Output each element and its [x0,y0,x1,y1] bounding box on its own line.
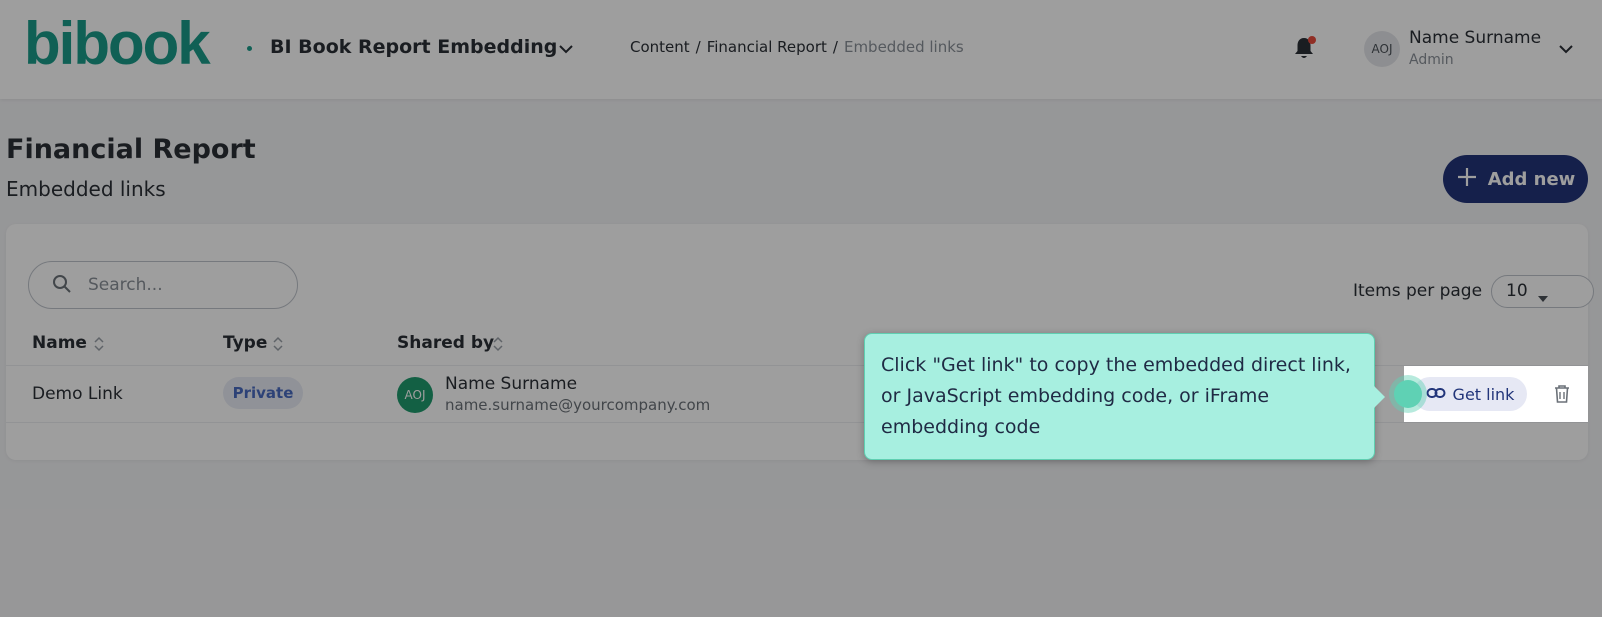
type-badge: Private [223,377,303,409]
get-link-label: Get link [1452,384,1515,404]
breadcrumb-separator: / [832,38,838,56]
link-icon [1426,385,1446,404]
add-new-label: Add new [1487,168,1576,190]
column-header-type[interactable]: Type [223,333,267,353]
app-title[interactable]: BI Book Report Embedding [270,36,557,58]
get-link-button[interactable]: Get link [1413,377,1527,411]
page-subtitle: Embedded links [6,177,166,201]
sort-icon[interactable] [93,336,105,356]
search-placeholder: Search... [88,275,163,295]
chevron-down-icon[interactable] [558,40,574,59]
add-new-button[interactable]: Add new [1443,155,1588,203]
column-header-name[interactable]: Name [32,333,87,353]
shared-by-name: Name Surname [445,374,578,394]
items-per-page-label: Items per page [1353,281,1483,301]
items-per-page-value: 10 [1506,281,1528,301]
breadcrumb-financial-report[interactable]: Financial Report [707,38,827,56]
shared-by-avatar: AOJ [397,377,433,413]
plus-icon [1456,166,1478,193]
breadcrumb-content[interactable]: Content [630,38,690,56]
tour-hotspot[interactable] [1394,380,1422,408]
user-role: Admin [1409,52,1454,68]
user-avatar[interactable]: AOJ [1364,31,1400,67]
chevron-down-icon[interactable] [1558,40,1574,59]
bibook-logo[interactable]: bibook [24,14,211,74]
tooltip-arrow [1374,386,1385,408]
breadcrumb: Content / Financial Report / Embedded links [630,38,964,56]
sort-icon[interactable] [492,336,504,356]
caret-down-icon [1537,288,1549,307]
breadcrumb-separator: / [695,38,701,56]
trash-icon[interactable] [1553,384,1571,408]
logo-separator-dot [247,46,252,51]
row-link-name: Demo Link [32,384,123,404]
column-header-shared-by[interactable]: Shared by [397,333,494,353]
breadcrumb-current: Embedded links [843,38,964,56]
tooltip-text: Click "Get link" to copy the embedded di… [881,354,1351,438]
sort-icon[interactable] [272,336,284,356]
page-title: Financial Report [6,134,256,165]
shared-by-email: name.surname@yourcompany.com [445,396,711,414]
user-name[interactable]: Name Surname [1409,28,1541,48]
search-icon [52,274,72,298]
notification-dot [1308,36,1316,44]
